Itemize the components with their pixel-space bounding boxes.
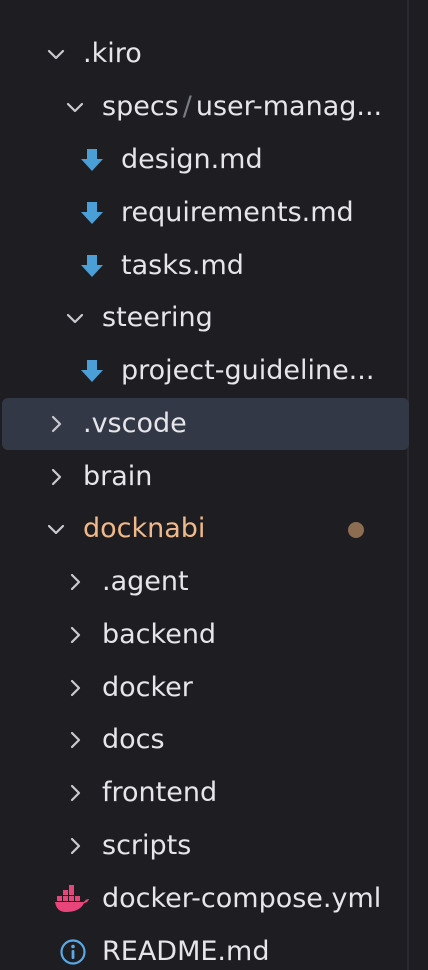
tree-file-design[interactable]: design.md: [0, 134, 409, 186]
tree-folder-brain[interactable]: brain: [0, 451, 409, 503]
tree-folder-steering[interactable]: steering: [0, 292, 409, 344]
markdown-arrow-icon: [78, 357, 106, 385]
chevron-down-icon: [44, 517, 68, 541]
tree-file-tasks[interactable]: tasks.md: [0, 240, 409, 292]
tree-label: .agent: [102, 566, 189, 597]
tree-label: tasks.md: [121, 250, 244, 281]
tree-folder-agent[interactable]: .agent: [0, 556, 409, 608]
tree-file-docker-compose[interactable]: docker-compose.yml: [0, 873, 409, 925]
chevron-right-icon: [63, 570, 87, 594]
tree-label: steering: [102, 302, 213, 333]
tree-label: specs / user-manag...: [102, 81, 408, 133]
tree-folder-docker[interactable]: docker: [0, 662, 409, 714]
tree-label: .vscode: [83, 408, 187, 439]
tree-folder-backend[interactable]: backend: [0, 609, 409, 661]
chevron-right-icon: [63, 623, 87, 647]
tree-file-requirements[interactable]: requirements.md: [0, 187, 409, 239]
markdown-arrow-icon: [78, 199, 106, 227]
chevron-right-icon: [44, 412, 68, 436]
explorer-toolbar: [0, 0, 428, 10]
tree-file-project-guidelines[interactable]: project-guideline...: [0, 345, 409, 397]
tree-label: frontend: [102, 777, 218, 808]
info-icon: [59, 938, 87, 966]
chevron-right-icon: [63, 728, 87, 752]
tree-folder-docs[interactable]: docs: [0, 714, 409, 766]
chevron-down-icon: [63, 306, 87, 330]
tree-file-readme[interactable]: README.md: [0, 926, 409, 970]
tree-folder-vscode[interactable]: .vscode: [2, 398, 409, 450]
tree-folder-docknabi[interactable]: docknabi: [0, 503, 409, 555]
modified-dot-icon: [348, 522, 364, 538]
docker-whale-icon: [54, 885, 90, 913]
tree-label: .kiro: [83, 38, 142, 69]
tree-folder-kiro[interactable]: .kiro: [0, 28, 409, 80]
compact-folder-name: specs: [102, 91, 179, 122]
chevron-right-icon: [63, 834, 87, 858]
tree-label: docs: [102, 724, 165, 755]
chevron-right-icon: [63, 676, 87, 700]
tree-label: requirements.md: [121, 197, 354, 228]
tree-folder-scripts[interactable]: scripts: [0, 820, 409, 872]
compact-folder-name: user-manag...: [195, 91, 383, 122]
markdown-arrow-icon: [78, 252, 106, 280]
path-separator: /: [182, 91, 192, 122]
chevron-down-icon: [63, 95, 87, 119]
tree-label: docker-compose.yml: [102, 883, 382, 914]
chevron-down-icon: [44, 42, 68, 66]
tree-folder-specs[interactable]: specs / user-manag...: [0, 81, 409, 133]
tree-label: backend: [102, 619, 217, 650]
tree-label: README.md: [102, 936, 270, 967]
markdown-arrow-icon: [78, 146, 106, 174]
file-explorer: .kiro specs / user-manag... design.md requ…: [0, 0, 428, 970]
tree-folder-frontend[interactable]: frontend: [0, 767, 409, 819]
tree-label: docker: [102, 672, 193, 703]
tree-label: project-guideline...: [121, 355, 375, 386]
tree-label: docknabi: [83, 513, 206, 544]
tree-label: scripts: [102, 830, 192, 861]
tree-label: design.md: [121, 144, 263, 175]
tree-label: brain: [83, 461, 153, 492]
chevron-right-icon: [44, 465, 68, 489]
chevron-right-icon: [63, 781, 87, 805]
